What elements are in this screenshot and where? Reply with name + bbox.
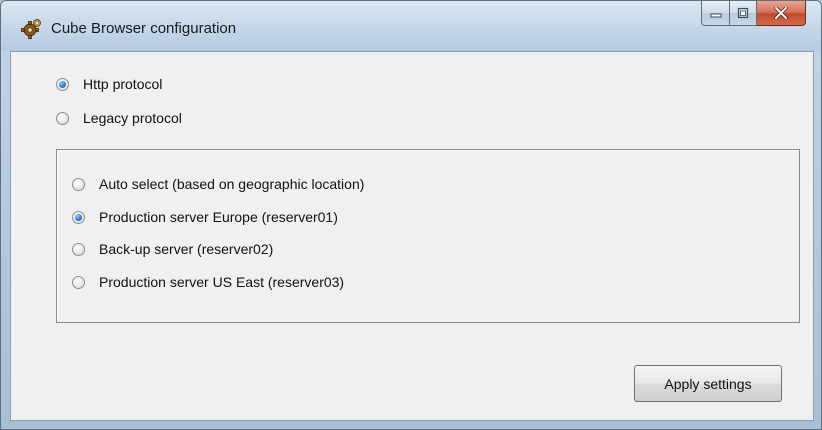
dialog-body: Http protocol Legacy protocol Auto selec…: [10, 51, 814, 421]
minimize-button[interactable]: [701, 1, 729, 26]
apply-settings-button[interactable]: Apply settings: [634, 365, 782, 402]
radio-label: Production server Europe (reserver01): [99, 209, 338, 225]
radio-button[interactable]: [72, 242, 85, 256]
minimize-icon: [710, 13, 721, 18]
radio-production-us-east[interactable]: Production server US East (reserver03): [72, 274, 344, 290]
radio-label: Auto select (based on geographic locatio…: [99, 176, 365, 192]
radio-label: Production server US East (reserver03): [99, 274, 345, 290]
title-bar[interactable]: Cube Browser configuration: [1, 1, 821, 51]
maximize-button[interactable]: [729, 1, 757, 26]
maximize-icon: [737, 7, 749, 19]
radio-button[interactable]: [56, 111, 69, 125]
radio-label: Http protocol: [83, 76, 163, 92]
radio-button[interactable]: [72, 210, 85, 224]
radio-production-europe[interactable]: Production server Europe (reserver01): [72, 209, 338, 225]
radio-auto-select[interactable]: Auto select (based on geographic locatio…: [72, 176, 364, 192]
app-window: Cube Browser configuration Http protocol…: [0, 0, 822, 430]
radio-button[interactable]: [72, 177, 85, 191]
window-title: Cube Browser configuration: [51, 20, 237, 37]
close-icon: [774, 7, 788, 19]
radio-button[interactable]: [72, 275, 85, 289]
radio-label: Legacy protocol: [83, 110, 182, 126]
radio-http-protocol[interactable]: Http protocol: [56, 76, 162, 92]
close-button[interactable]: [757, 1, 806, 26]
radio-legacy-protocol[interactable]: Legacy protocol: [56, 110, 182, 126]
radio-button[interactable]: [56, 77, 69, 91]
radio-backup-server[interactable]: Back-up server (reserver02): [72, 241, 273, 257]
caption-buttons: [701, 1, 806, 26]
radio-label: Back-up server (reserver02): [99, 241, 274, 257]
gear-icon: [21, 19, 41, 39]
